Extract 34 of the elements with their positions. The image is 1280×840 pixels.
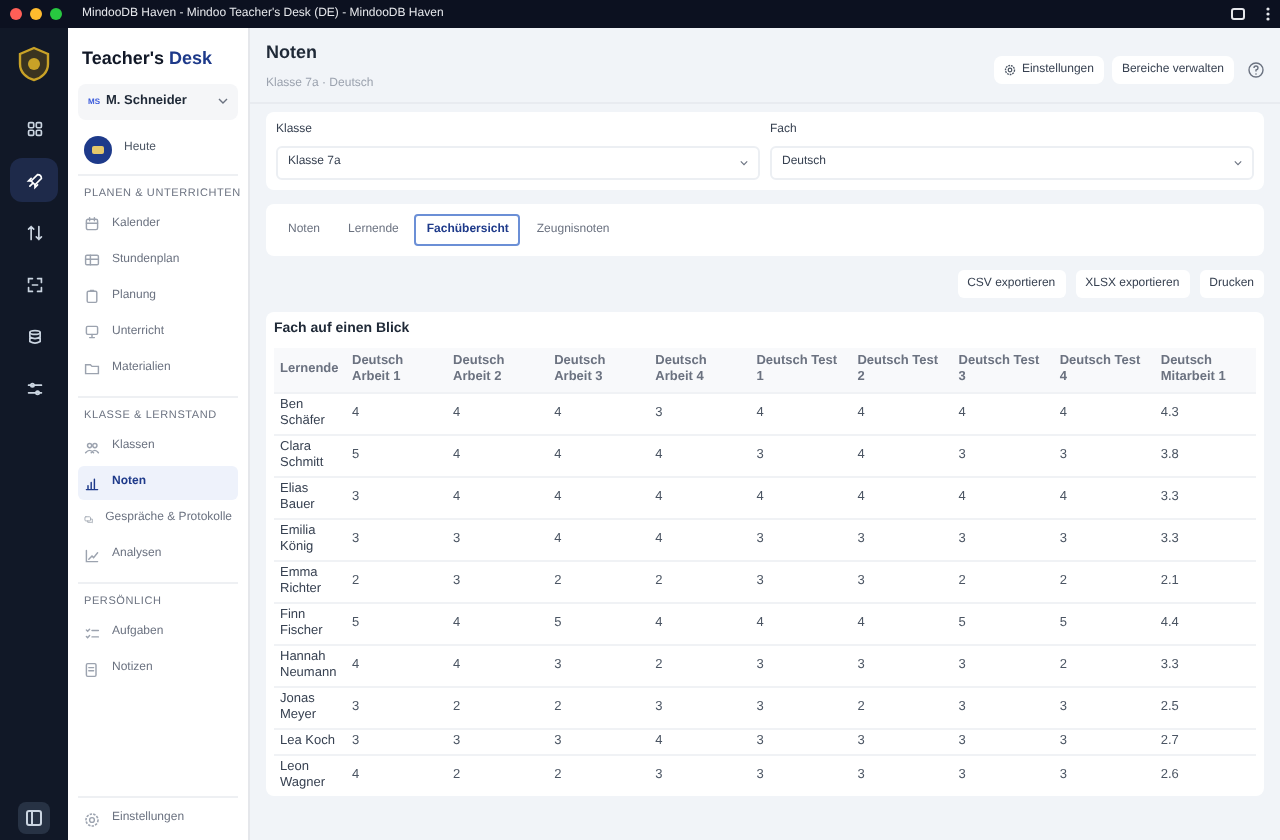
clipboard-icon [84,288,100,305]
sliders-icon [25,379,43,397]
maximize-window-icon[interactable] [50,8,62,20]
panel-toggle-button[interactable] [18,802,50,834]
trend-chart-icon [84,547,100,563]
scan-icon [25,275,43,293]
chat-icon [84,511,94,527]
people-icon [84,439,100,455]
today-avatar-icon [84,135,112,163]
note-icon [84,661,100,678]
checklist-icon [84,625,100,642]
close-window-icon[interactable] [10,8,22,20]
brand-name: Teacher's [82,48,164,68]
rail-button[interactable] [10,158,58,202]
up-down-arrows-icon [25,223,43,241]
timetable-icon [84,252,100,269]
shield-logo-icon [18,46,50,82]
gear-icon [1003,64,1016,76]
monitor-icon [84,324,100,341]
help-icon[interactable] [1248,62,1264,78]
grid-icon [25,119,43,137]
bar-chart-icon [84,475,100,491]
panel-icon [26,810,42,826]
calendar-icon [84,216,100,233]
rocket-icon [25,171,43,189]
database-icon [25,327,43,345]
chevron-down-icon [740,160,748,166]
brand-name-accent: Desk [167,48,213,68]
chevron-down-icon [218,98,228,104]
folder-icon [84,360,100,377]
minimize-window-icon[interactable] [30,8,42,20]
page-title: Noten [266,40,319,66]
chevron-down-icon [1234,160,1242,166]
gear-icon [84,811,100,827]
